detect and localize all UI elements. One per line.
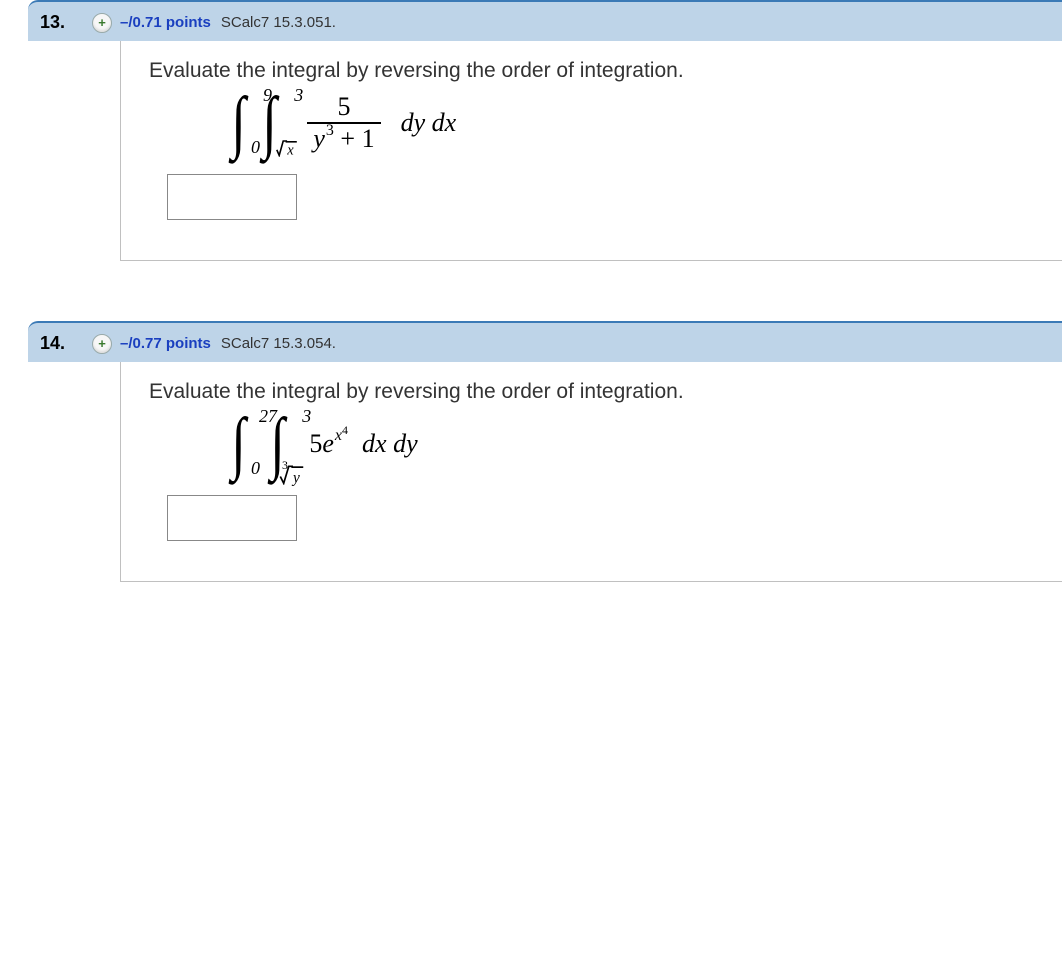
outer-integral: ∫ 9 0	[229, 91, 248, 154]
question-body: Evaluate the integral by reversing the o…	[120, 362, 1062, 582]
source-label: SCalc7 15.3.051.	[221, 14, 336, 31]
outer-lower-limit: 0	[251, 458, 260, 479]
answer-input[interactable]	[167, 495, 297, 541]
differentials: dy dx	[401, 108, 457, 138]
inner-lower-limit: x	[276, 135, 302, 162]
question-number: 13.	[40, 12, 74, 33]
question-13: 13. + –/0.71 points SCalc7 15.3.051. Eva…	[28, 0, 1062, 261]
points-label[interactable]: –/0.71 points	[120, 14, 211, 31]
expand-icon[interactable]: +	[92, 13, 112, 33]
inner-integral: ∫ 3 x	[260, 91, 279, 154]
question-number: 14.	[40, 333, 74, 354]
inner-upper-limit: 3	[302, 406, 311, 427]
question-header: 13. + –/0.71 points SCalc7 15.3.051.	[28, 0, 1062, 41]
answer-input[interactable]	[167, 174, 297, 220]
integral-formula: ∫ 27 0 ∫ 3 3 y	[149, 412, 1062, 475]
integrand: 5ex4	[309, 429, 348, 459]
integrand-fraction: 5 y3 + 1	[307, 92, 380, 154]
integral-formula: ∫ 9 0 ∫ 3 x	[149, 91, 1062, 154]
points-label[interactable]: –/0.77 points	[120, 335, 211, 352]
inner-lower-limit: 3 y	[282, 461, 307, 485]
source-label: SCalc7 15.3.054.	[221, 335, 336, 352]
outer-integral: ∫ 27 0	[229, 412, 248, 475]
question-14: 14. + –/0.77 points SCalc7 15.3.054. Eva…	[28, 321, 1062, 582]
expand-icon[interactable]: +	[92, 334, 112, 354]
inner-integral: ∫ 3 3 y	[268, 412, 287, 475]
outer-lower-limit: 0	[251, 137, 260, 158]
question-prompt: Evaluate the integral by reversing the o…	[149, 59, 1062, 83]
differentials: dx dy	[362, 429, 418, 459]
question-prompt: Evaluate the integral by reversing the o…	[149, 380, 1062, 404]
question-header: 14. + –/0.77 points SCalc7 15.3.054.	[28, 321, 1062, 362]
inner-upper-limit: 3	[294, 85, 303, 106]
question-body: Evaluate the integral by reversing the o…	[120, 41, 1062, 261]
